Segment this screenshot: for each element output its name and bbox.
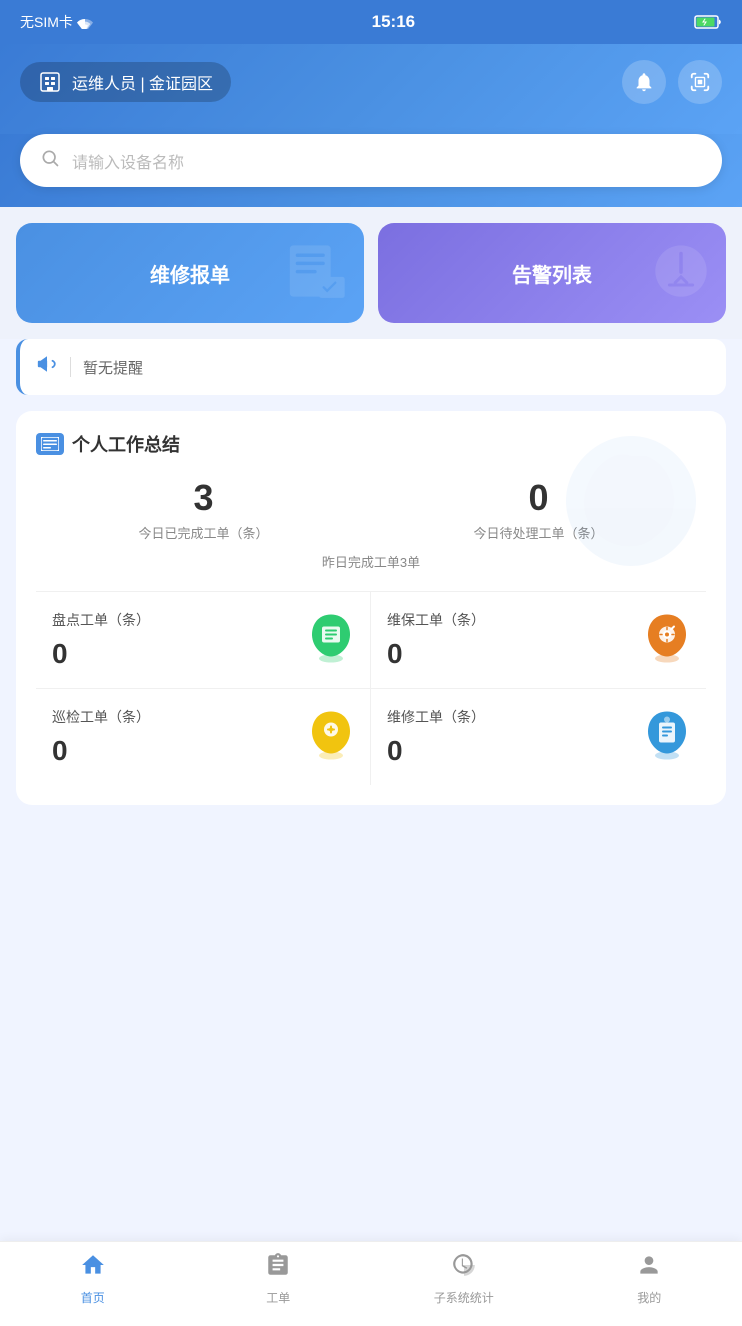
alert-card[interactable]: 告警列表 — [378, 223, 726, 323]
card-decoration — [556, 426, 706, 581]
user-role-location: 运维人员 | 金证园区 — [72, 70, 213, 94]
bottom-nav: 首页 工单 子系统统计 我的 — [0, 1241, 742, 1326]
search-placeholder: 请输入设备名称 — [72, 149, 702, 173]
repair-order-icon — [644, 708, 690, 767]
alert-label: 告警列表 — [512, 259, 592, 288]
completed-today-stat: 3 今日已完成工单（条） — [138, 477, 268, 542]
scan-icon — [689, 71, 711, 93]
repair-card[interactable]: 维修报单 — [16, 223, 364, 323]
notice-bar: 暂无提醒 — [16, 339, 726, 395]
megaphone-icon — [36, 353, 58, 381]
status-bar: 无SIM卡 15:16 — [0, 0, 742, 44]
maintenance-order-item: 维保工单（条） 0 — [371, 592, 706, 689]
notice-divider — [70, 357, 71, 377]
user-icon — [636, 1252, 662, 1285]
notification-button[interactable] — [622, 60, 666, 104]
work-order-grid: 盘点工单（条） 0 维保工单（条） 0 — [36, 591, 706, 785]
alert-deco-icon — [646, 236, 716, 318]
search-icon — [40, 148, 60, 173]
notice-text: 暂无提醒 — [83, 357, 143, 378]
repair-order-item: 维修工单（条） 0 — [371, 689, 706, 785]
nav-mine-label: 我的 — [637, 1289, 661, 1306]
search-box[interactable]: 请输入设备名称 — [20, 134, 722, 187]
nav-workorder-label: 工单 — [266, 1289, 290, 1306]
nav-stats[interactable]: 子系统统计 — [424, 1252, 504, 1306]
nav-workorder[interactable]: 工单 — [238, 1252, 318, 1306]
building-icon — [38, 70, 62, 94]
work-summary-title-text: 个人工作总结 — [72, 431, 180, 457]
search-container: 请输入设备名称 — [0, 134, 742, 207]
inspection-order-item: 巡检工单（条） 0 — [36, 689, 371, 785]
header-actions — [622, 60, 722, 104]
summary-title-icon — [36, 433, 64, 455]
nav-stats-label: 子系统统计 — [434, 1289, 494, 1306]
header: 运维人员 | 金证园区 — [0, 44, 742, 134]
carrier-text: 无SIM卡 — [20, 12, 93, 32]
user-info[interactable]: 运维人员 | 金证园区 — [20, 62, 231, 102]
repair-deco-icon — [284, 236, 354, 318]
workorder-icon — [265, 1252, 291, 1285]
nav-home[interactable]: 首页 — [53, 1252, 133, 1306]
inventory-order-item: 盘点工单（条） 0 — [36, 592, 371, 689]
nav-home-label: 首页 — [81, 1289, 105, 1306]
stats-icon — [451, 1252, 477, 1285]
inventory-icon — [308, 611, 354, 670]
nav-mine[interactable]: 我的 — [609, 1252, 689, 1306]
maintenance-icon — [644, 611, 690, 670]
scan-button[interactable] — [678, 60, 722, 104]
repair-label: 维修报单 — [150, 259, 230, 288]
inspection-icon — [308, 708, 354, 767]
status-time: 15:16 — [372, 12, 415, 32]
completed-today-number: 3 — [138, 477, 268, 519]
bell-icon — [633, 71, 655, 93]
action-cards: 维修报单 告警列表 — [0, 207, 742, 339]
home-icon — [80, 1252, 106, 1285]
completed-today-label: 今日已完成工单（条） — [138, 523, 268, 542]
battery-indicator — [694, 15, 722, 29]
work-summary-card: 个人工作总结 3 今日已完成工单（条） 0 今日待处理工单（条） 昨日完成工单3… — [16, 411, 726, 805]
